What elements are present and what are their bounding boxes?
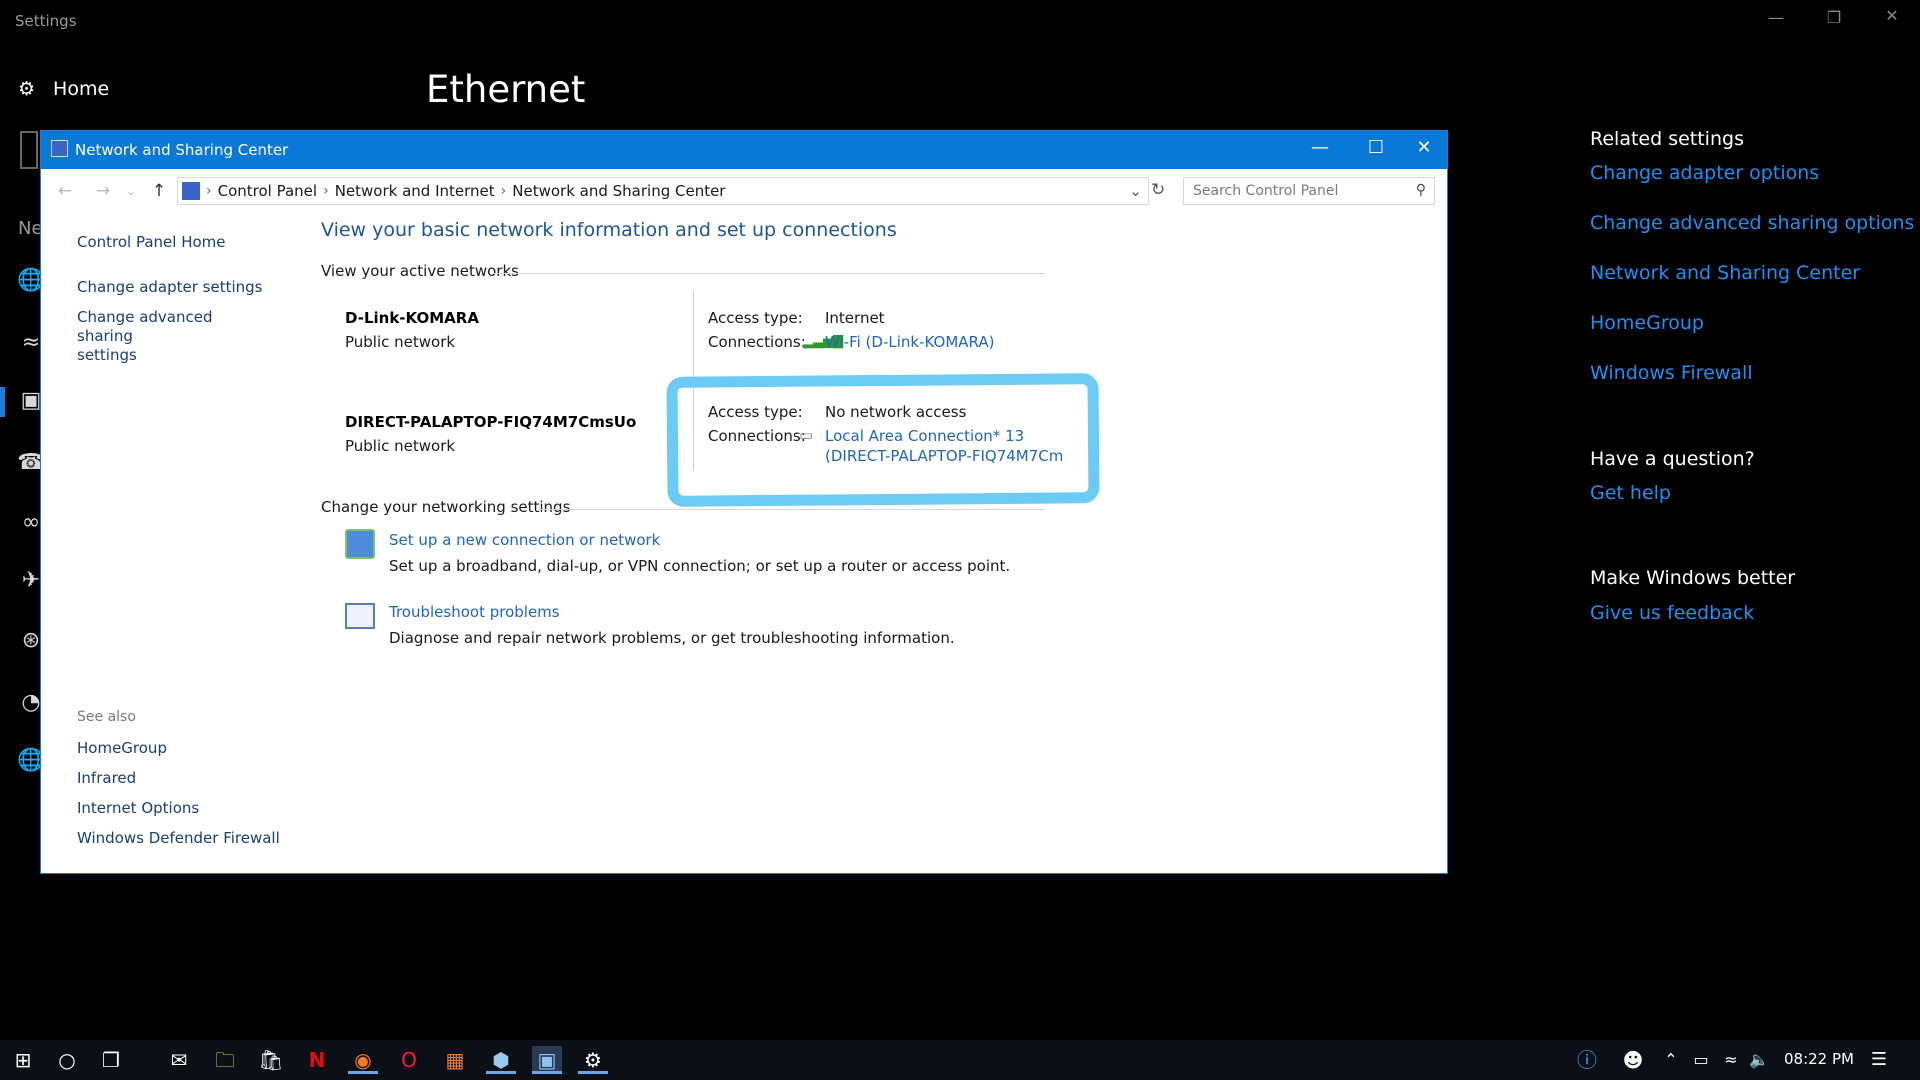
network-type: Public network (345, 437, 456, 455)
access-type-label: Access type: (708, 309, 803, 327)
access-type-value: Internet (825, 309, 885, 327)
wifi-connection-link[interactable]: Wi-Fi (D-Link-KOMARA) (825, 333, 994, 351)
see-also-infrared[interactable]: Infrared (77, 769, 136, 787)
network-center-icon (51, 140, 68, 157)
control-panel-home-link[interactable]: Control Panel Home (77, 233, 226, 251)
battery-icon[interactable]: ▭ (1686, 1046, 1716, 1074)
firefox-icon[interactable]: ◉ (348, 1046, 378, 1074)
network-sharing-center-link[interactable]: Network and Sharing Center (1590, 262, 1860, 284)
network-name: D-Link-KOMARA (345, 309, 479, 327)
forward-arrow-icon[interactable]: → (91, 181, 115, 201)
setup-connection-link[interactable]: Set up a new connection or network (389, 531, 660, 549)
netflix-icon[interactable]: N (302, 1046, 332, 1074)
chevron-down-icon[interactable]: ⌄ (1129, 182, 1148, 200)
see-also-homegroup[interactable]: HomeGroup (77, 739, 167, 757)
window-title: Network and Sharing Center (75, 141, 289, 159)
setup-connection-desc: Set up a broadband, dial-up, or VPN conn… (389, 557, 1011, 575)
settings-window-title: Settings (15, 12, 77, 30)
network-sharing-center-window: Network and Sharing Center — ☐ ✕ ← → ⌄ ↑… (40, 130, 1448, 874)
settings-search-box[interactable] (20, 131, 38, 169)
home-nav-item[interactable]: ⚙ Home (18, 78, 109, 100)
hand-drawn-highlight (666, 373, 1100, 507)
xampp-icon[interactable]: ▦ (440, 1046, 470, 1074)
volume-icon[interactable]: 🔈 (1744, 1046, 1774, 1074)
main-heading: View your basic network information and … (321, 219, 897, 241)
change-settings-title: Change your networking settings (321, 498, 571, 516)
minimize-icon[interactable]: — (1756, 8, 1796, 27)
mail-icon[interactable]: ✉ (164, 1046, 194, 1074)
clock[interactable]: 08:22 PM (1784, 1050, 1854, 1068)
address-bar[interactable]: › Control Panel › Network and Internet ›… (177, 177, 1149, 205)
section-divider (541, 509, 1045, 510)
window-titlebar[interactable]: Network and Sharing Center — ☐ ✕ (41, 131, 1447, 169)
people-icon[interactable]: ☻ (1618, 1046, 1648, 1074)
change-advanced-sharing-link[interactable]: Change advanced sharing options (1590, 212, 1914, 234)
connections-label: Connections: (708, 333, 806, 351)
homegroup-link[interactable]: HomeGroup (1590, 312, 1704, 334)
recent-chevron-icon[interactable]: ⌄ (119, 184, 143, 198)
see-also-defender-firewall[interactable]: Windows Defender Firewall (77, 829, 280, 847)
settings-taskbar-icon[interactable]: ⚙ (578, 1046, 608, 1074)
see-also-heading: See also (77, 709, 136, 725)
network-type: Public network (345, 333, 456, 351)
taskbar: ⊞ ○ ❐ ✉ 🗀 🛍 N ◉ O ▦ ⬢ ▣ ⚙ ⓘ ☻ ⌃ ▭ ≈ 🔈 08… (0, 1040, 1920, 1080)
opera-icon[interactable]: O (394, 1046, 424, 1074)
related-settings-heading: Related settings (1590, 128, 1744, 150)
control-panel-icon (182, 182, 200, 200)
get-help-link[interactable]: Get help (1590, 482, 1671, 504)
troubleshoot-link[interactable]: Troubleshoot problems (389, 603, 560, 621)
search-input[interactable]: Search Control Panel ⚲ (1183, 177, 1435, 205)
control-panel-taskbar-icon[interactable]: ▣ (532, 1046, 562, 1074)
sidebar-section-label: Ne (18, 218, 43, 239)
windows-firewall-link[interactable]: Windows Firewall (1590, 362, 1753, 384)
address-row: ← → ⌄ ↑ › Control Panel › Network and In… (41, 169, 1447, 213)
troubleshoot-desc: Diagnose and repair network problems, or… (389, 629, 955, 647)
section-divider (493, 273, 1045, 274)
see-also-internet-options[interactable]: Internet Options (77, 799, 199, 817)
start-windows-icon[interactable]: ⊞ (8, 1046, 38, 1074)
breadcrumb-network-internet[interactable]: Network and Internet (329, 182, 501, 200)
change-advanced-sharing-settings-link[interactable]: Change advanced sharing settings (77, 308, 267, 365)
question-heading: Have a question? (1590, 448, 1755, 470)
give-feedback-link[interactable]: Give us feedback (1590, 602, 1754, 624)
breadcrumb-network-sharing[interactable]: Network and Sharing Center (506, 182, 731, 200)
network-name: DIRECT-PALAPTOP-FIQ74M7CmsUo (345, 413, 637, 431)
search-icon: ⚲ (1415, 182, 1426, 198)
minimize-icon[interactable]: — (1297, 137, 1343, 158)
breadcrumb-control-panel[interactable]: Control Panel (212, 182, 323, 200)
refresh-icon[interactable]: ↻ (1151, 180, 1165, 200)
active-networks-title: View your active networks (321, 262, 519, 280)
store-icon[interactable]: 🛍 (256, 1046, 286, 1074)
file-explorer-icon[interactable]: 🗀 (210, 1046, 240, 1074)
maximize-icon[interactable]: ☐ (1353, 137, 1399, 158)
new-connection-icon (345, 529, 375, 559)
change-adapter-options-link[interactable]: Change adapter options (1590, 162, 1819, 184)
page-title: Ethernet (426, 68, 586, 111)
chevron-up-icon[interactable]: ⌃ (1656, 1046, 1686, 1074)
close-icon[interactable]: ✕ (1401, 137, 1447, 158)
virtualbox-icon[interactable]: ⬢ (486, 1046, 516, 1074)
gear-icon: ⚙ (18, 78, 36, 100)
up-arrow-icon[interactable]: ↑ (147, 181, 171, 201)
selected-indicator (0, 387, 5, 417)
home-label: Home (53, 78, 110, 100)
change-adapter-settings-link[interactable]: Change adapter settings (77, 278, 263, 296)
network-tray-icon[interactable]: ≈ (1716, 1046, 1746, 1074)
back-arrow-icon[interactable]: ← (53, 181, 77, 201)
cortana-search-icon[interactable]: ○ (52, 1046, 82, 1074)
restore-icon[interactable]: ❐ (1814, 8, 1854, 27)
help-icon[interactable]: ⓘ (1572, 1046, 1602, 1074)
troubleshoot-icon (345, 603, 375, 629)
task-view-icon[interactable]: ❐ (96, 1046, 126, 1074)
feedback-heading: Make Windows better (1590, 567, 1796, 589)
close-icon[interactable]: ✕ (1872, 6, 1912, 25)
action-center-icon[interactable]: ☰ (1864, 1046, 1894, 1074)
